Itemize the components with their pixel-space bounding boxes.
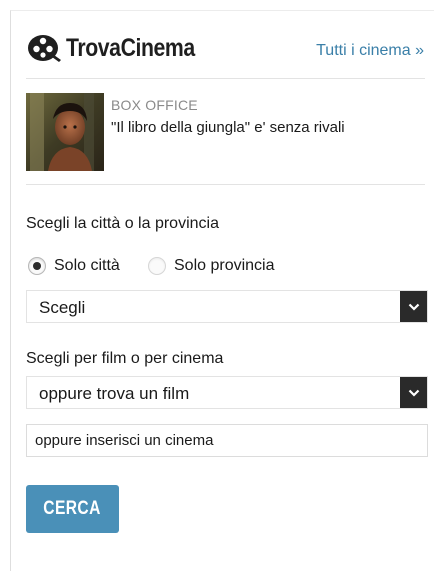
news-headline[interactable]: "Il libro della giungla" e' senza rivali [111, 119, 345, 136]
radio-button-unselected[interactable] [148, 257, 166, 275]
all-cinemas-link[interactable]: Tutti i cinema » [316, 42, 424, 60]
header-divider [26, 78, 425, 79]
city-section-label: Scegli la città o la provincia [26, 215, 219, 232]
chevron-down-icon[interactable] [400, 291, 427, 322]
search-button[interactable]: CERCA [26, 485, 119, 533]
news-thumbnail[interactable] [26, 93, 104, 171]
film-reel-icon [28, 35, 61, 62]
news-item[interactable]: BOX OFFICE "Il libro della giungla" e' s… [26, 93, 428, 173]
radio-button-selected[interactable] [28, 257, 46, 275]
logo-wordmark: TrovaCinema [66, 33, 195, 62]
radio-solo-citta-label: Solo città [54, 257, 120, 274]
film-select[interactable]: oppure trova un film [26, 376, 428, 409]
search-button-label: CERCA [43, 498, 102, 519]
city-select[interactable]: Scegli [26, 290, 428, 323]
film-select-value: oppure trova un film [39, 384, 190, 403]
radio-solo-citta[interactable]: Solo città [28, 257, 120, 275]
news-divider [26, 184, 425, 185]
radio-solo-provincia-label: Solo provincia [174, 257, 275, 274]
cinema-search-input[interactable] [26, 424, 428, 457]
film-section-label: Scegli per film o per cinema [26, 350, 224, 367]
city-select-value: Scegli [39, 298, 86, 317]
location-type-radio-group: Solo città Solo provincia [26, 255, 426, 279]
widget-header: TrovaCinema Tutti i cinema » [26, 24, 428, 72]
chevron-down-icon[interactable] [400, 377, 427, 408]
trovacinema-logo[interactable]: TrovaCinema [26, 30, 218, 66]
news-category: BOX OFFICE [111, 97, 198, 113]
radio-solo-provincia[interactable]: Solo provincia [148, 257, 275, 275]
